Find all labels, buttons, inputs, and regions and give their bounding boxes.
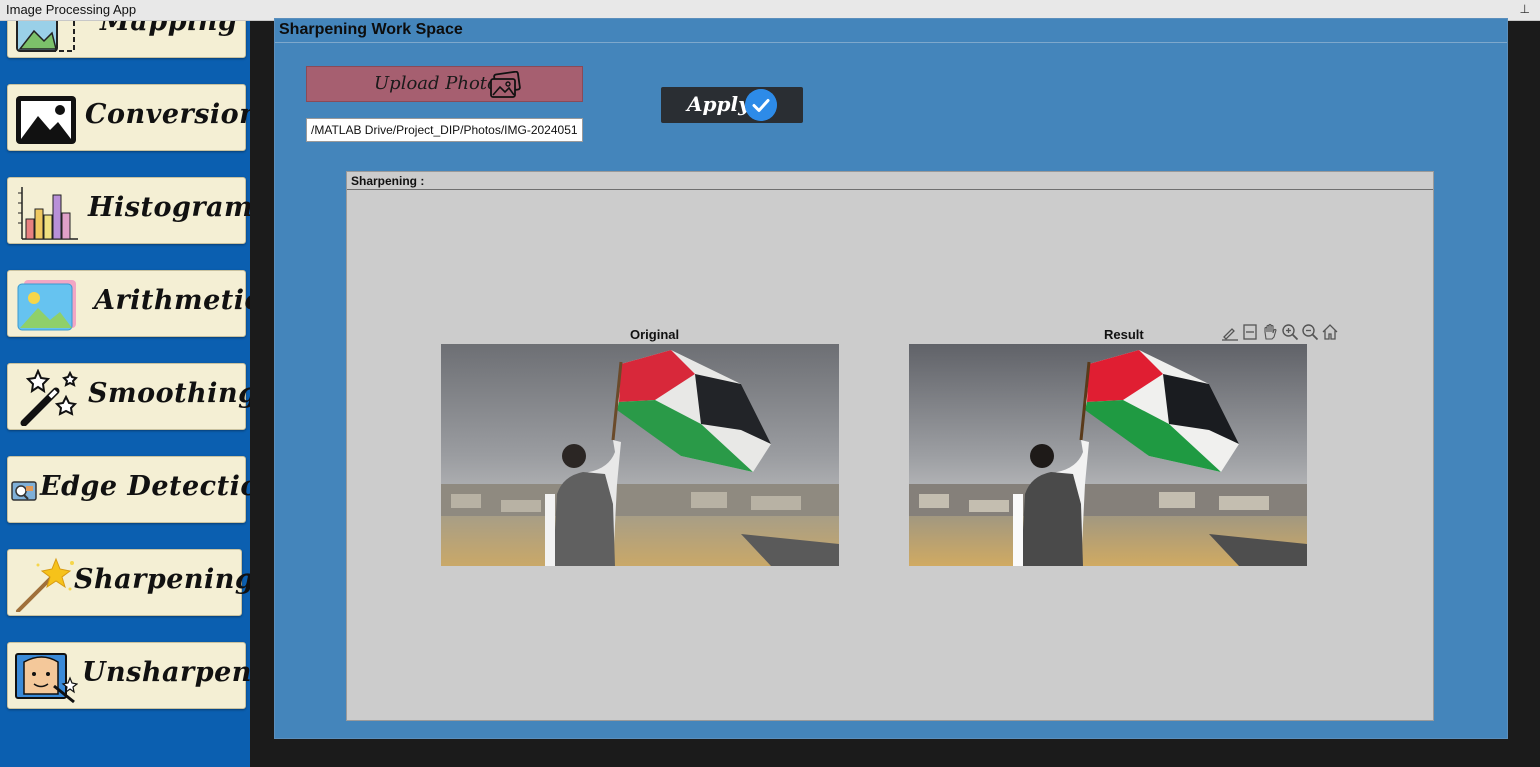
histogram-icon [18,187,78,240]
sidebar-item-label: Histogram [88,192,250,223]
sparkle-wand-icon [16,557,74,612]
sidebar-item-sharpening[interactable]: Sharpening [7,549,250,616]
arithmetic-icon [17,280,76,331]
sidebar-item-label: Mapping [100,21,238,37]
face-wand-icon [15,653,78,704]
result-image [909,344,1307,566]
pan-hand-icon[interactable] [1261,323,1279,341]
workspace: Sharpening Work Space Upload Photo Apply… [274,18,1508,739]
sidebar-item-label: Conversion [85,99,250,130]
sidebar-item-label: Unsharpen [82,657,250,688]
check-icon [745,89,777,121]
photo-upload-icon [490,71,521,98]
sidebar-item-smoothing[interactable]: Smoothing [7,363,250,430]
sidebar-item-label: Smoothing [88,378,250,409]
data-tip-icon[interactable] [1241,323,1259,341]
panel-divider [347,189,1433,190]
brush-icon[interactable] [1221,323,1239,341]
conversion-icon [16,96,76,144]
sharpening-panel: Sharpening : Original Result [346,171,1434,721]
original-axes-title: Original [630,327,680,342]
upload-photo-label: Upload Photo [374,73,498,94]
sidebar-item-unsharpen[interactable]: Unsharpen [7,642,250,709]
zoom-out-icon[interactable] [1301,323,1319,341]
sidebar-item-label: Edge Detection [40,471,250,502]
workspace-title: Sharpening Work Space [279,21,463,38]
pin-icon[interactable]: ⊥ [1520,2,1530,16]
title-divider [275,42,1507,43]
sidebar-item-mapping[interactable]: Mapping [7,21,246,58]
zoom-in-icon[interactable] [1281,323,1299,341]
result-axes-title: Result [1104,327,1144,342]
apply-button[interactable]: Apply [661,87,803,123]
magic-wand-icon [20,369,78,426]
window-title: Image Processing App [6,2,137,17]
axes-toolbar [1221,323,1341,343]
sidebar-item-label: Sharpening [74,564,250,595]
sidebar-item-edge-detection[interactable]: Edge Detection [7,456,250,523]
file-path-field[interactable] [306,118,583,142]
upload-photo-button[interactable]: Upload Photo [306,66,583,102]
panel-title: Sharpening : [351,174,425,188]
home-icon[interactable] [1321,323,1339,341]
mapping-icon [16,21,75,52]
sidebar-item-conversion[interactable]: Conversion [7,84,250,151]
edge-detection-icon [11,481,37,501]
sidebar-item-histogram[interactable]: Histogram [7,177,250,244]
sidebar-item-label: Arithmetic [94,285,250,316]
original-image [441,344,839,566]
sidebar-item-arithmetic[interactable]: Arithmetic [7,270,250,337]
apply-label: Apply [687,92,750,116]
sidebar: Mapping Conversion Histogram Arithmetic … [0,21,250,767]
